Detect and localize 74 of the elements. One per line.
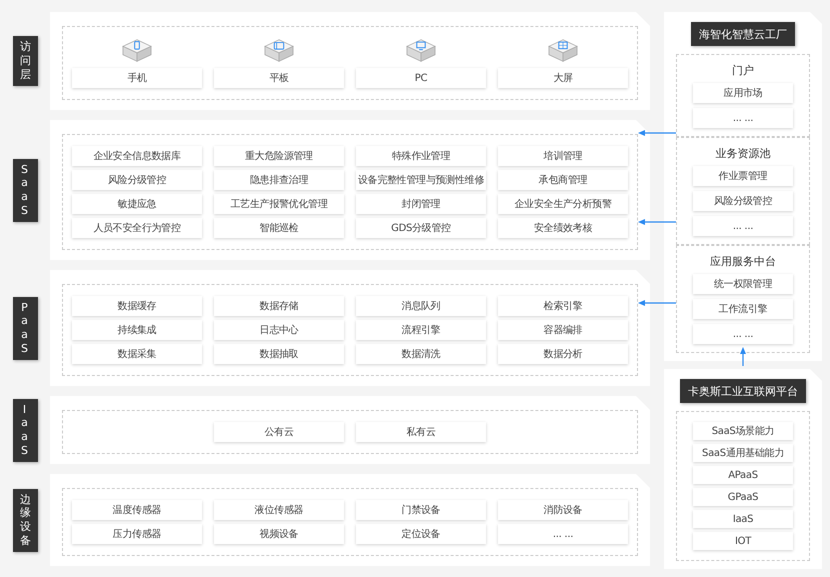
module-cell: 封闭管理 [356,194,486,214]
monitor-block-icon [406,38,436,64]
module-cell: 智能巡检 [214,218,344,238]
tablet-block-icon [264,38,294,64]
module-cell: 消息队列 [356,296,486,316]
layer-label: 访问层 [13,36,38,86]
device-cell: 平板 [214,68,344,88]
service-cell: ... ... [693,324,793,344]
group-title: 门户 [732,63,754,77]
module-cell: 重大危险源管理 [214,146,344,166]
layer-label: 边缘设备 [13,488,38,552]
module-cell: 压力传感器 [72,524,202,544]
device-cell: 大屏 [498,68,628,88]
module-cell: 风险分级管控 [72,170,202,190]
layer-label: SaaS [13,158,38,222]
platform-title: 海智化智慧云工厂 [691,22,795,46]
arrow [638,219,676,225]
service-cell: 作业票管理 [693,166,793,186]
module-cell: 培训管理 [498,146,628,166]
phone-block-icon [122,38,152,64]
module-cell: 安全绩效考核 [498,218,628,238]
module-cell: 隐患排查治理 [214,170,344,190]
capability-cell: IaaS [693,510,793,528]
service-cell: ... ... [693,216,793,236]
module-cell: 检索引擎 [498,296,628,316]
module-cell: 日志中心 [214,320,344,340]
module-cell: 敏捷应急 [72,194,202,214]
module-cell: 数据采集 [72,344,202,364]
platform-title: 卡奥斯工业互联网平台 [680,379,806,403]
module-cell: 企业安全信息数据库 [72,146,202,166]
module-cell: 设备完整性管理与预测性维修 [356,170,486,190]
module-cell: 特殊作业管理 [356,146,486,166]
service-cell: 工作流引擎 [693,299,793,319]
module-cell: 温度传感器 [72,500,202,520]
module-cell: 流程引擎 [356,320,486,340]
module-cell: 门禁设备 [356,500,486,520]
service-cell: 统一权限管理 [693,274,793,294]
module-cell: 承包商管理 [498,170,628,190]
device-cell: PC [356,68,486,88]
arrow [638,130,676,136]
module-cell: 私有云 [356,422,486,442]
module-cell: 容器编排 [498,320,628,340]
service-cell: 应用市场 [693,83,793,103]
capability-cell: GPaaS [693,488,793,506]
module-cell: 工艺生产报警优化管理 [214,194,344,214]
capability-cell: APaaS [693,466,793,484]
module-cell: 企业安全生产分析预警 [498,194,628,214]
group-title: 应用服务中台 [710,254,776,268]
module-cell: 持续集成 [72,320,202,340]
device-cell: 手机 [72,68,202,88]
screen-block-icon [548,38,578,64]
arrow [638,300,676,306]
group-title: 业务资源池 [716,146,770,160]
module-cell: ... ... [498,524,628,544]
arrow [740,347,746,366]
layer-label: IaaS [13,398,38,462]
module-cell: GDS分级管控 [356,218,486,238]
module-cell: 人员不安全行为管控 [72,218,202,238]
module-cell: 定位设备 [356,524,486,544]
capability-cell: SaaS通用基础能力 [693,444,793,462]
module-cell: 公有云 [214,422,344,442]
service-cell: 风险分级管控 [693,191,793,211]
module-cell: 数据存储 [214,296,344,316]
module-cell: 数据抽取 [214,344,344,364]
module-cell: 消防设备 [498,500,628,520]
layer-label: PaaS [13,296,38,360]
module-cell: 数据清洗 [356,344,486,364]
capability-cell: SaaS场景能力 [693,422,793,440]
module-cell: 视频设备 [214,524,344,544]
module-cell: 数据缓存 [72,296,202,316]
service-cell: ... ... [693,108,793,128]
capability-cell: IOT [693,532,793,550]
module-cell: 液位传感器 [214,500,344,520]
module-cell: 数据分析 [498,344,628,364]
